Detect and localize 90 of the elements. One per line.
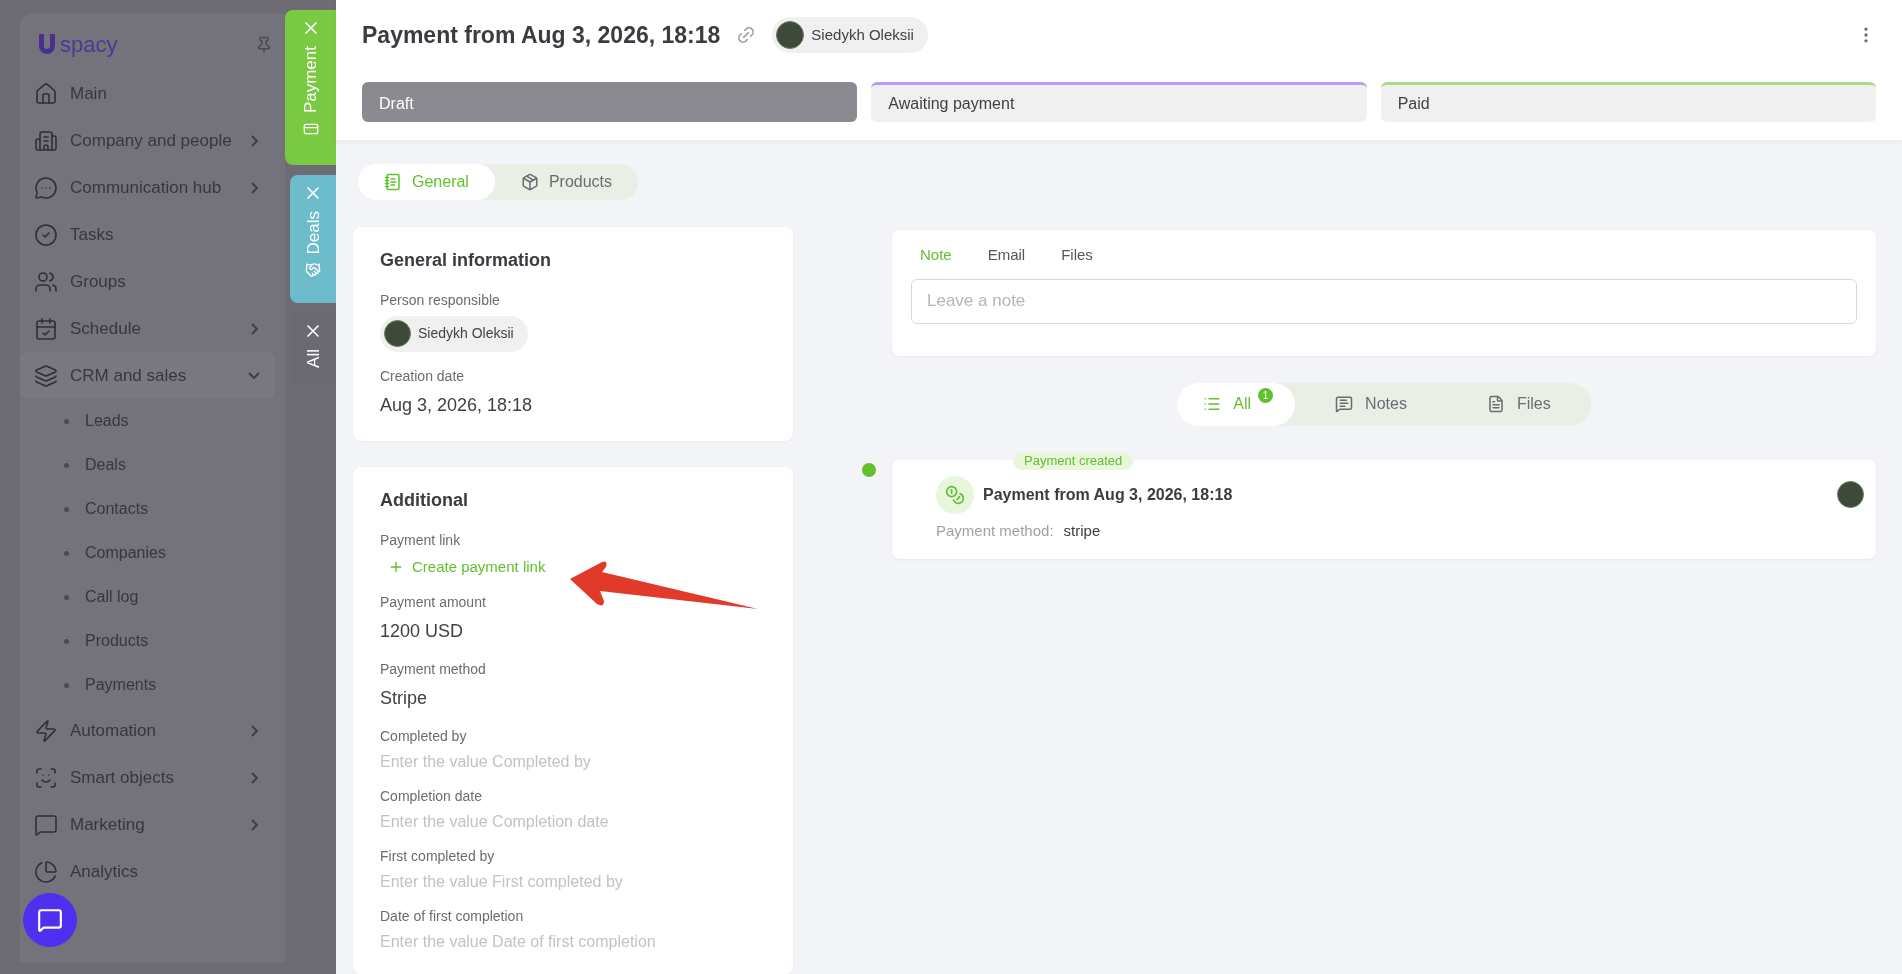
- field-label: Person responsible: [380, 290, 501, 310]
- side-tab[interactable]: Deals: [290, 175, 336, 303]
- chat-icon: [37, 907, 63, 933]
- stage-step[interactable]: Awaiting payment: [871, 82, 1367, 122]
- composer-tab[interactable]: Email: [987, 244, 1026, 267]
- page-title: Payment from Aug 3, 2026, 18:18: [362, 20, 721, 50]
- sidebar-item[interactable]: Main: [20, 70, 275, 117]
- field-label: Payment method: [380, 660, 487, 679]
- sidebar-subitem[interactable]: Deals: [20, 443, 275, 487]
- sidebar-item[interactable]: Groups: [20, 258, 275, 305]
- field-label: First completed by: [380, 847, 496, 866]
- value-input[interactable]: Enter the value Completed by: [380, 752, 766, 772]
- chevron-right-icon: [250, 322, 258, 335]
- check-circle-icon: [34, 222, 58, 247]
- coins-icon: [936, 475, 974, 514]
- field-label: Completed by: [380, 727, 468, 746]
- composer-tab[interactable]: Files: [1061, 244, 1093, 267]
- sidebar-subitem[interactable]: Payments: [20, 663, 275, 707]
- sidebar-item[interactable]: Communication hub: [20, 164, 275, 211]
- note-input[interactable]: Leave a note: [911, 278, 1857, 324]
- event-badge: Payment created: [1013, 451, 1134, 470]
- sidebar-subitem[interactable]: Call log: [20, 575, 275, 619]
- sidebar-subitem[interactable]: Leads: [20, 399, 275, 443]
- sidebar-item[interactable]: Smart objects: [20, 754, 275, 801]
- chevron-right-icon: [250, 771, 258, 784]
- view-tab[interactable]: General: [358, 164, 495, 200]
- pin-icon[interactable]: [255, 36, 273, 54]
- field-label: Date of first completion: [380, 907, 525, 926]
- chevron-down-icon: [248, 372, 260, 379]
- sidebar-item[interactable]: CRM and sales: [20, 352, 275, 399]
- field-value: 1200 USD: [380, 620, 465, 643]
- sidebar-item[interactable]: Tasks: [20, 211, 275, 258]
- pie-chart-icon: [34, 859, 58, 884]
- sidebar-item[interactable]: Company and people: [20, 117, 275, 164]
- sidebar-item[interactable]: Schedule: [20, 305, 275, 352]
- field-label: Payment link: [380, 530, 462, 550]
- sidebar-item[interactable]: Automation: [20, 707, 275, 754]
- avatar: [384, 320, 411, 347]
- create-link-button[interactable]: Create payment link: [380, 555, 546, 578]
- sidebar-subitem[interactable]: Companies: [20, 531, 275, 575]
- field-value: Stripe: [380, 687, 429, 710]
- list-icon: [1203, 395, 1222, 413]
- sidebar-subitem[interactable]: Contacts: [20, 487, 275, 531]
- card-title: General information: [380, 248, 553, 272]
- filter-tab[interactable]: Files: [1446, 382, 1591, 426]
- event-title: Payment from Aug 3, 2026, 18:18: [983, 484, 1234, 505]
- person-chip[interactable]: Siedykh Oleksii: [772, 17, 928, 53]
- chevron-right-icon: [250, 181, 258, 194]
- view-tab[interactable]: Products: [494, 164, 639, 200]
- file-icon: [1486, 395, 1505, 413]
- chevron-right-icon: [250, 818, 258, 831]
- scan-icon: [34, 765, 58, 790]
- detail-label: Payment method:: [936, 520, 1054, 541]
- person-chip[interactable]: Siedykh Oleksii: [380, 315, 528, 352]
- sidebar-subitem[interactable]: Products: [20, 619, 275, 663]
- field-value: Aug 3, 2026, 18:18: [380, 393, 534, 417]
- chevron-right-icon: [250, 134, 258, 147]
- box-icon: [520, 172, 539, 191]
- value-input[interactable]: Enter the value First completed by: [380, 872, 766, 892]
- filter-tab[interactable]: All 1: [1177, 382, 1296, 426]
- chevron-right-icon: [250, 724, 258, 737]
- handshake-icon: [305, 262, 321, 279]
- field-label: Creation date: [380, 366, 466, 386]
- stage-step[interactable]: Paid: [1380, 82, 1876, 122]
- home-icon: [34, 81, 58, 106]
- chat-icon: [34, 175, 58, 200]
- building-icon: [34, 128, 58, 153]
- count-badge: 1: [1258, 387, 1274, 403]
- stack-icon: [34, 363, 58, 388]
- card-title: Additional: [380, 488, 469, 512]
- detail-value: stripe: [1063, 520, 1101, 541]
- value-input[interactable]: Enter the value Date of first completion: [380, 932, 766, 952]
- composer-tab[interactable]: Note: [920, 244, 952, 267]
- stage-step[interactable]: Draft: [362, 82, 858, 122]
- avatar: [1837, 481, 1864, 508]
- note-icon: [1335, 395, 1354, 413]
- field-label: Completion date: [380, 787, 483, 806]
- field-label: Payment amount: [380, 593, 487, 612]
- chat-bubble-icon: [34, 812, 58, 837]
- notebook-icon: [384, 172, 402, 191]
- value-input[interactable]: Enter the value Completion date: [380, 812, 766, 832]
- sidebar-item[interactable]: Analytics: [20, 848, 275, 895]
- filter-tab[interactable]: Notes: [1295, 382, 1447, 426]
- side-tab[interactable]: Payment: [285, 10, 336, 165]
- calendar-icon: [34, 316, 58, 341]
- users-icon: [34, 269, 58, 294]
- sidebar-item[interactable]: Marketing: [20, 801, 275, 848]
- lightning-icon: [34, 718, 58, 743]
- logo-text: spacy: [60, 34, 118, 56]
- avatar: [776, 21, 805, 49]
